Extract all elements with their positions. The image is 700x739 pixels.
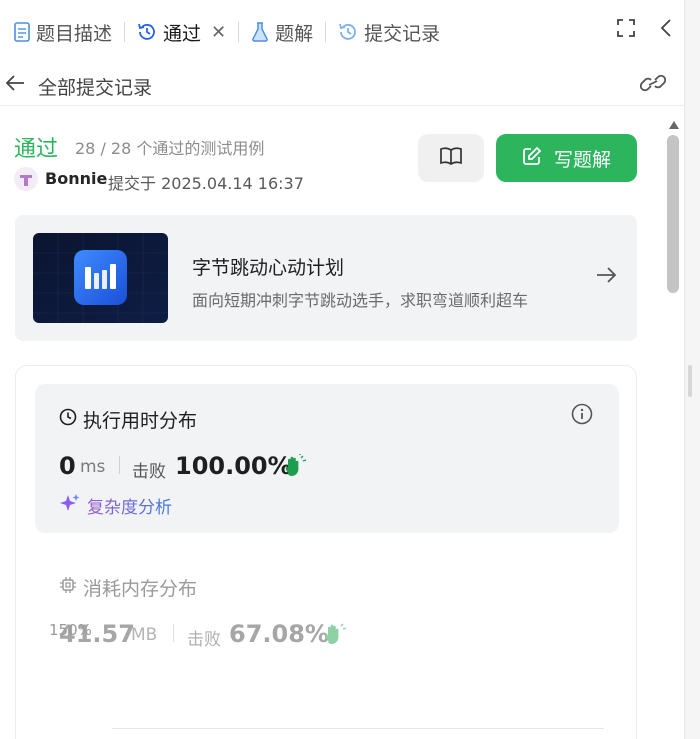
tab-solutions[interactable]: 题解 [245, 12, 319, 52]
clock-icon [59, 408, 77, 431]
memory-unit: MB [131, 625, 158, 645]
chevron-left-icon[interactable] [660, 18, 672, 42]
memory-percent: 67.08% [229, 620, 329, 648]
runtime-percent: 100.00% [175, 452, 292, 480]
status-accepted: 通过 [14, 137, 59, 162]
submitted-time: 提交于 2025.04.14 16:37 [108, 174, 304, 193]
tab-divider [325, 22, 327, 42]
tab-label: 提交记录 [364, 22, 441, 45]
runtime-section[interactable]: 执行用时分布 0 ms 击败 100.00% 复杂度分析 [35, 384, 619, 533]
doc-icon [14, 22, 30, 42]
scroll-up-icon[interactable] [668, 115, 680, 134]
arrow-left-icon[interactable] [4, 72, 26, 98]
panel-divider [684, 0, 700, 739]
tab-label: 题解 [275, 22, 314, 45]
close-icon[interactable]: ✕ [211, 22, 226, 43]
runtime-title: 执行用时分布 [59, 406, 197, 433]
runtime-title-text: 执行用时分布 [83, 410, 198, 432]
tab-accepted[interactable]: 通过 ✕ [131, 12, 232, 52]
tab-submissions[interactable]: 提交记录 [332, 12, 446, 52]
write-solution-label: 写题解 [553, 148, 611, 171]
chart-gridline [112, 728, 604, 729]
clap-icon [323, 622, 347, 650]
runtime-unit: ms [80, 457, 106, 477]
history-icon [338, 22, 358, 42]
flask-icon [251, 22, 269, 42]
chip-icon [59, 576, 77, 599]
tab-label: 题目描述 [36, 22, 113, 45]
tab-actions [616, 18, 672, 42]
complexity-label: 复杂度分析 [87, 493, 172, 518]
resize-handle[interactable] [688, 365, 692, 397]
clap-icon [283, 454, 307, 482]
username[interactable]: Bonnie [45, 169, 107, 188]
notes-button[interactable] [418, 134, 484, 182]
memory-title[interactable]: 消耗内存分布 [59, 574, 197, 601]
runtime-beat-label: 击败 [132, 462, 166, 482]
tab-divider [124, 22, 126, 42]
runtime-value: 0 [59, 452, 76, 480]
tab-description[interactable]: 题目描述 [8, 12, 118, 52]
tab-label: 通过 [163, 22, 202, 45]
edit-icon [522, 146, 542, 171]
history-icon [137, 22, 157, 42]
fullscreen-icon[interactable] [616, 18, 636, 42]
tab-bar: 题目描述 通过 ✕ 题解 提交记录 [0, 0, 684, 64]
memory-title-text: 消耗内存分布 [83, 578, 198, 600]
all-submissions-title: 全部提交记录 [38, 77, 153, 99]
link-icon[interactable] [639, 72, 667, 98]
divider [119, 456, 120, 474]
avatar[interactable] [14, 167, 38, 191]
submission-header: 全部提交记录 [0, 64, 684, 106]
scrollbar[interactable] [663, 107, 683, 739]
promo-image [33, 233, 168, 323]
promo-subtitle: 面向短期冲刺字节跳动选手，求职弯道顺利超车 [192, 291, 529, 310]
complexity-analysis-link[interactable]: 复杂度分析 [59, 492, 172, 519]
promo-title: 字节跳动心动计划 [192, 257, 345, 279]
performance-card: 执行用时分布 0 ms 击败 100.00% 复杂度分析 消耗内存分布 41.5… [15, 365, 637, 739]
promo-banner[interactable]: 字节跳动心动计划 面向短期冲刺字节跳动选手，求职弯道顺利超车 [15, 215, 637, 341]
chart-y-tick: 150% [49, 621, 92, 639]
divider [173, 624, 174, 642]
info-icon[interactable] [571, 403, 593, 429]
scroll-thumb[interactable] [667, 135, 679, 293]
arrow-right-icon [595, 265, 617, 289]
submission-detail: 通过 28 / 28 个通过的测试用例 Bonnie 提交于 2025.04.1… [0, 107, 652, 739]
write-solution-button[interactable]: 写题解 [496, 134, 637, 182]
test-cases-summary: 28 / 28 个通过的测试用例 [75, 139, 265, 158]
memory-beat-label: 击败 [187, 630, 221, 650]
tab-divider [238, 22, 240, 42]
book-icon [439, 146, 463, 170]
sparkle-icon [59, 492, 81, 519]
